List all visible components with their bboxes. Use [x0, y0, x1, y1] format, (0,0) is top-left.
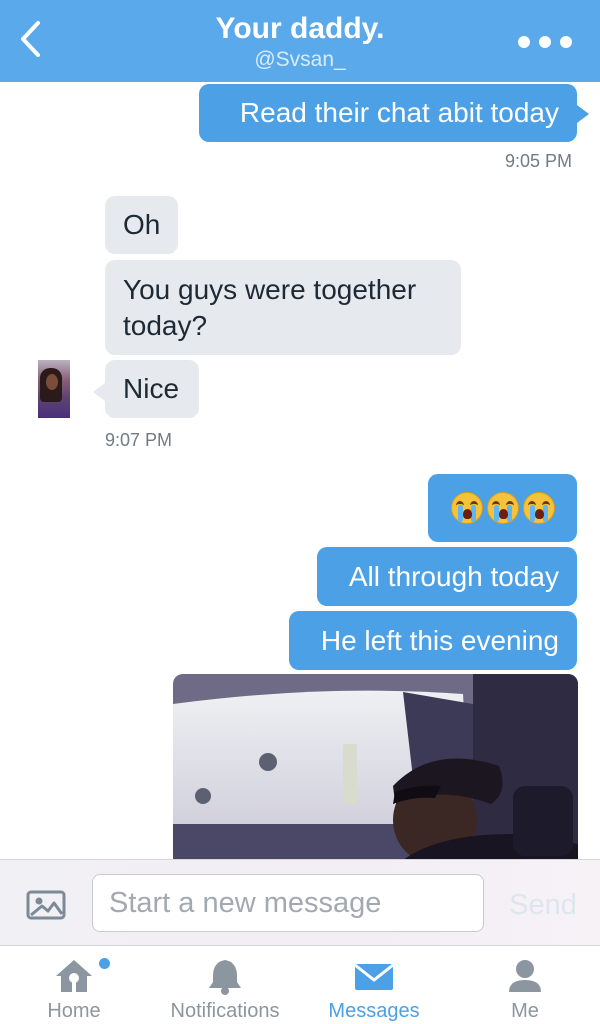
person-icon: [509, 960, 541, 992]
home-badge-dot: [99, 958, 110, 969]
outgoing-message[interactable]: Read their chat abit today: [199, 84, 577, 142]
loudly-crying-face-icon: [522, 492, 555, 524]
incoming-message[interactable]: Nice: [105, 360, 199, 418]
photo-message[interactable]: [173, 674, 578, 864]
sender-avatar[interactable]: [38, 360, 70, 418]
back-button[interactable]: [10, 14, 50, 64]
incoming-message[interactable]: You guys were together today?: [105, 260, 461, 355]
tab-home[interactable]: Home: [24, 946, 124, 1024]
tab-label: Messages: [328, 1000, 420, 1022]
more-options-button[interactable]: [518, 32, 572, 52]
message-timestamp: 9:07 PM: [105, 430, 173, 450]
bell-icon: [209, 960, 241, 995]
outgoing-message[interactable]: He left this evening: [289, 611, 577, 670]
message-text: Oh: [123, 209, 161, 240]
message-text: He left this evening: [320, 624, 559, 656]
bubble-tail: [93, 383, 105, 401]
send-button[interactable]: Send: [496, 888, 590, 922]
message-text: Nice: [123, 373, 180, 404]
chevron-left-icon: [21, 21, 40, 57]
more-dots-icon: [539, 36, 551, 48]
tab-notifications[interactable]: Notifications: [160, 946, 290, 1024]
tab-label: Home: [47, 1000, 101, 1022]
dm-conversation-screen: Your daddy. @Svsan_ Read their chat abit…: [0, 0, 600, 1024]
add-image-button[interactable]: [26, 890, 66, 920]
message-text: Read their chat abit today: [239, 97, 559, 128]
message-text: You guys were together today?: [123, 274, 417, 341]
message-text: All through today: [348, 560, 559, 592]
more-dots-icon: [518, 36, 530, 48]
photo-image: [173, 674, 578, 864]
image-icon: [26, 890, 66, 920]
message-composer: Send: [0, 859, 600, 946]
outgoing-emoji-message[interactable]: [428, 474, 577, 542]
bottom-tab-bar: Home Notifications Messages Me: [0, 945, 600, 1024]
tab-label: Notifications: [170, 1000, 280, 1022]
more-dots-icon: [560, 36, 572, 48]
conversation-header: Your daddy. @Svsan_: [0, 0, 600, 82]
outgoing-message[interactable]: All through today: [317, 547, 577, 606]
message-input[interactable]: [92, 874, 484, 932]
loudly-crying-face-icon: [486, 492, 519, 524]
incoming-message[interactable]: Oh: [105, 196, 178, 254]
conversation-title: Your daddy.: [215, 12, 385, 45]
conversation-title-block[interactable]: Your daddy. @Svsan_: [100, 10, 500, 72]
bubble-tail: [577, 105, 589, 123]
home-icon: [56, 960, 92, 992]
emoji-row: [450, 492, 555, 524]
loudly-crying-face-icon: [450, 492, 483, 524]
conversation-handle: @Svsan_: [254, 48, 346, 71]
message-timestamp: 9:05 PM: [505, 151, 573, 171]
tab-messages[interactable]: Messages: [319, 946, 429, 1024]
tab-label: Me: [511, 1000, 539, 1022]
envelope-icon: [354, 963, 394, 990]
tab-me[interactable]: Me: [480, 946, 570, 1024]
